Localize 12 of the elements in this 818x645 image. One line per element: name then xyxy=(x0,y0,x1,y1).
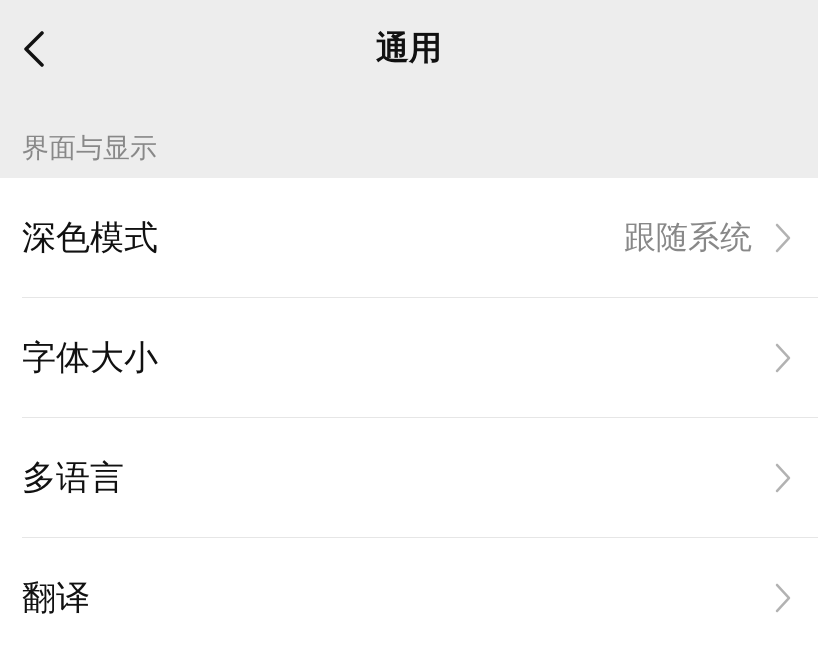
page-title: 通用 xyxy=(376,26,442,68)
chevron-right-icon xyxy=(774,582,792,614)
section-label: 界面与显示 xyxy=(22,132,157,166)
back-icon xyxy=(22,30,46,68)
chevron-right-icon xyxy=(774,462,792,494)
chevron-right-icon xyxy=(774,342,792,374)
chevron-right-icon xyxy=(774,222,792,254)
row-label: 字体大小 xyxy=(22,336,159,380)
row-label: 翻译 xyxy=(22,576,91,620)
row-label: 深色模式 xyxy=(22,216,159,260)
row-label: 多语言 xyxy=(22,456,125,500)
row-value: 跟随系统 xyxy=(624,216,752,258)
